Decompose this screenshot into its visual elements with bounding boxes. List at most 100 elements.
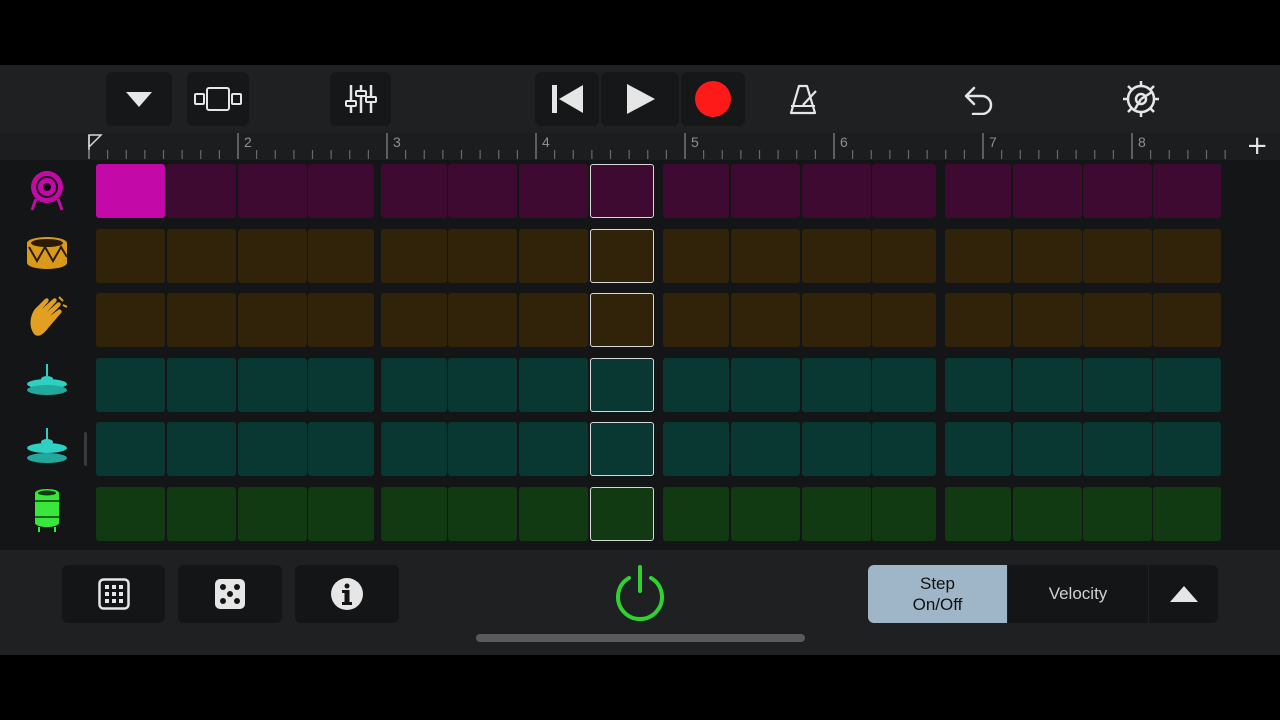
step-cell[interactable]	[663, 293, 729, 347]
play-button[interactable]	[601, 72, 679, 126]
step-cell[interactable]	[590, 487, 654, 541]
step-cell[interactable]	[1013, 487, 1082, 541]
step-cell[interactable]	[96, 487, 165, 541]
step-cell[interactable]	[731, 164, 800, 218]
step-cell[interactable]	[519, 358, 588, 412]
step-cell[interactable]	[872, 293, 936, 347]
step-cell[interactable]	[448, 487, 517, 541]
step-cell[interactable]	[448, 422, 517, 476]
step-cell[interactable]	[945, 358, 1011, 412]
pattern-grid-button[interactable]	[62, 565, 165, 623]
clap-icon[interactable]	[22, 292, 72, 342]
step-cell[interactable]	[1083, 164, 1152, 218]
step-cell[interactable]	[731, 229, 800, 283]
step-cell[interactable]	[96, 164, 165, 218]
step-cell[interactable]	[1153, 293, 1221, 347]
power-button[interactable]	[607, 565, 673, 623]
step-cell[interactable]	[872, 229, 936, 283]
step-cell[interactable]	[802, 422, 871, 476]
step-cell[interactable]	[1013, 293, 1082, 347]
step-cell[interactable]	[1013, 164, 1082, 218]
step-cell[interactable]	[731, 293, 800, 347]
step-cell[interactable]	[945, 229, 1011, 283]
step-cell[interactable]	[945, 487, 1011, 541]
step-cell[interactable]	[663, 358, 729, 412]
step-cell[interactable]	[1153, 358, 1221, 412]
step-cell[interactable]	[308, 358, 374, 412]
step-cell[interactable]	[1153, 229, 1221, 283]
mixer-button[interactable]	[330, 72, 391, 126]
step-cell[interactable]	[1013, 358, 1082, 412]
step-cell[interactable]	[167, 164, 236, 218]
step-cell[interactable]	[945, 293, 1011, 347]
step-cell[interactable]	[519, 422, 588, 476]
step-cell[interactable]	[519, 164, 588, 218]
step-cell[interactable]	[308, 164, 374, 218]
step-onoff-button[interactable]: Step On/Off	[868, 565, 1007, 623]
step-cell[interactable]	[663, 487, 729, 541]
step-cell[interactable]	[448, 164, 517, 218]
step-cell[interactable]	[663, 164, 729, 218]
step-cell[interactable]	[381, 487, 447, 541]
step-cell[interactable]	[731, 358, 800, 412]
step-cell[interactable]	[381, 293, 447, 347]
step-cell[interactable]	[167, 487, 236, 541]
percussion-icon[interactable]	[22, 485, 72, 535]
step-cell[interactable]	[381, 229, 447, 283]
step-cell[interactable]	[238, 487, 307, 541]
step-cell[interactable]	[308, 229, 374, 283]
step-cell[interactable]	[1153, 422, 1221, 476]
step-cell[interactable]	[945, 164, 1011, 218]
step-cell[interactable]	[96, 358, 165, 412]
step-cell[interactable]	[308, 487, 374, 541]
expand-button[interactable]	[1149, 565, 1218, 623]
step-cell[interactable]	[802, 293, 871, 347]
step-cell[interactable]	[590, 229, 654, 283]
step-cell[interactable]	[731, 422, 800, 476]
step-cell[interactable]	[167, 293, 236, 347]
step-cell[interactable]	[238, 164, 307, 218]
step-cell[interactable]	[802, 487, 871, 541]
track-menu-button[interactable]	[106, 72, 172, 126]
step-cell[interactable]	[519, 293, 588, 347]
step-cell[interactable]	[945, 422, 1011, 476]
step-cell[interactable]	[872, 487, 936, 541]
step-cell[interactable]	[381, 358, 447, 412]
undo-button[interactable]	[952, 72, 1002, 126]
home-indicator[interactable]	[476, 634, 805, 642]
info-button[interactable]	[295, 565, 399, 623]
metronome-button[interactable]	[778, 72, 828, 126]
step-cell[interactable]	[1153, 164, 1221, 218]
step-cell[interactable]	[308, 293, 374, 347]
step-cell[interactable]	[519, 229, 588, 283]
step-cell[interactable]	[96, 229, 165, 283]
step-cell[interactable]	[872, 164, 936, 218]
step-cell[interactable]	[381, 422, 447, 476]
randomize-button[interactable]	[178, 565, 282, 623]
add-icon[interactable]: +	[1246, 133, 1268, 159]
step-cell[interactable]	[1013, 229, 1082, 283]
step-cell[interactable]	[308, 422, 374, 476]
snare-drum-icon[interactable]	[22, 228, 72, 278]
step-cell[interactable]	[448, 358, 517, 412]
step-cell[interactable]	[1083, 229, 1152, 283]
step-cell[interactable]	[96, 293, 165, 347]
step-cell[interactable]	[1013, 422, 1082, 476]
step-cell[interactable]	[238, 422, 307, 476]
rewind-button[interactable]	[535, 72, 599, 126]
step-cell[interactable]	[802, 164, 871, 218]
step-cell[interactable]	[238, 229, 307, 283]
settings-button[interactable]	[1116, 72, 1166, 126]
step-cell[interactable]	[663, 422, 729, 476]
step-cell[interactable]	[802, 229, 871, 283]
step-cell[interactable]	[167, 229, 236, 283]
step-cell[interactable]	[590, 293, 654, 347]
step-cell[interactable]	[590, 164, 654, 218]
step-cell[interactable]	[238, 358, 307, 412]
step-cell[interactable]	[663, 229, 729, 283]
velocity-button[interactable]: Velocity	[1008, 565, 1148, 623]
step-cell[interactable]	[1153, 487, 1221, 541]
step-cell[interactable]	[519, 487, 588, 541]
step-cell[interactable]	[590, 422, 654, 476]
step-cell[interactable]	[167, 358, 236, 412]
